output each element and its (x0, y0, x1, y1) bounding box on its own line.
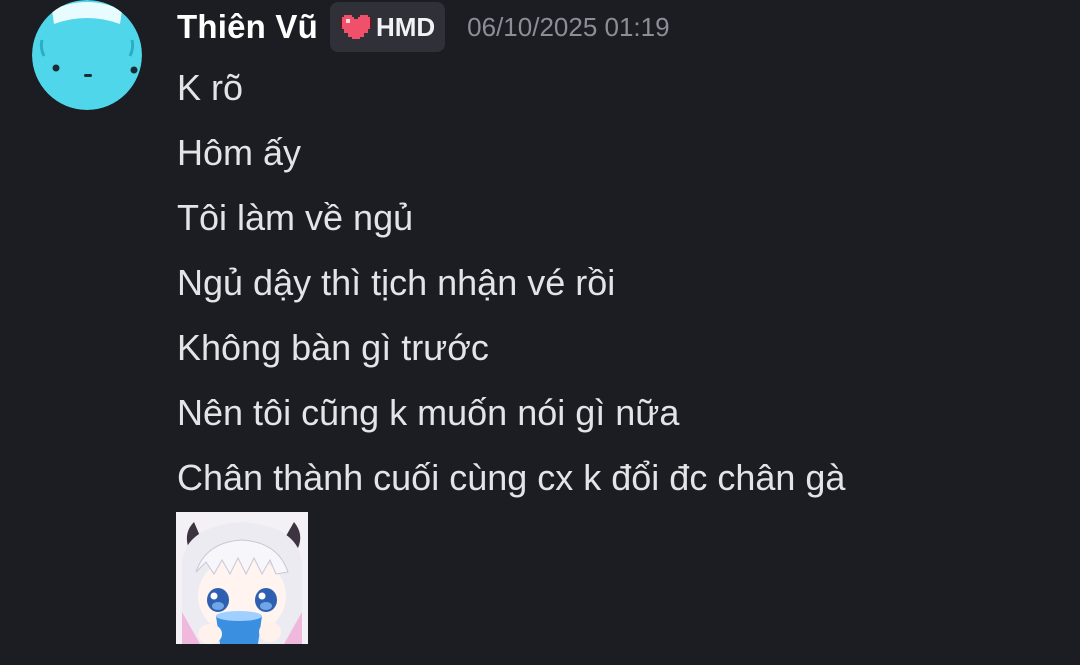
pixel-heart-icon (339, 15, 372, 39)
message-text[interactable]: K rõ (177, 55, 845, 120)
message-timestamp[interactable]: 06/10/2025 01:19 (467, 12, 669, 43)
message-text[interactable]: Chân thành cuối cùng cx k đổi đc chân gà (177, 445, 845, 510)
message-text[interactable]: Không bàn gì trước (177, 315, 845, 380)
message-text[interactable]: Ngủ dậy thì tịch nhận vé rồi (177, 250, 845, 315)
message-header: Thiên Vũ HMD 06/10/2025 01:19 (177, 2, 670, 52)
message-list: K rõ Hôm ấy Tôi làm về ngủ Ngủ dậy thì t… (177, 55, 845, 510)
server-tag-label: HMD (375, 11, 436, 42)
message-text[interactable]: Nên tôi cũng k muốn nói gì nữa (177, 380, 845, 445)
user-avatar[interactable] (32, 0, 142, 110)
message-text[interactable]: Tôi làm về ngủ (177, 185, 845, 250)
message-text[interactable]: Hôm ấy (177, 120, 845, 185)
username[interactable]: Thiên Vũ (177, 8, 318, 46)
server-tag-badge[interactable]: HMD (329, 2, 446, 52)
sticker-image[interactable] (176, 512, 308, 644)
